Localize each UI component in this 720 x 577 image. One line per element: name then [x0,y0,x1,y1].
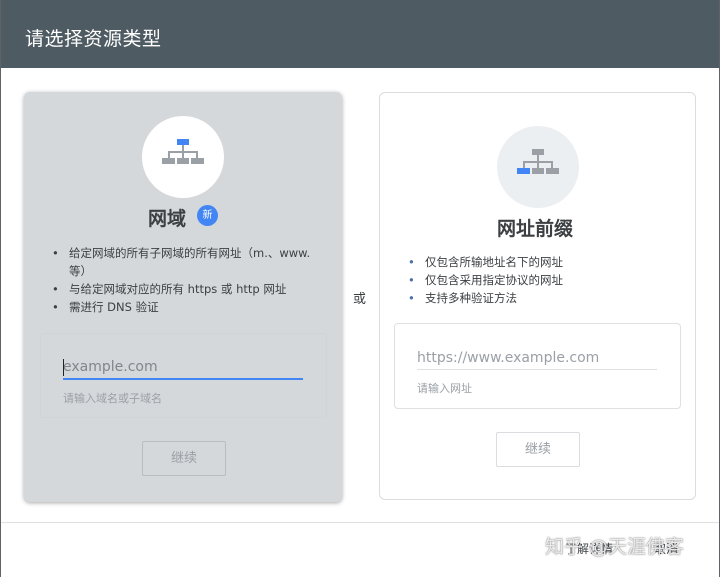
domain-property-card[interactable]: 网域 新 给定网域的所有子网域的所有网址（m.、www. 等） 与给定网域对应的… [24,92,342,502]
domain-helper-text: 请输入域名或子域名 [63,392,162,405]
domain-icon-circle [142,116,224,198]
prefix-helper-text: 请输入网址 [417,382,472,395]
prefix-card-title: 网址前缀 [497,218,574,240]
footer-divider [1,522,719,523]
sitemap-icon [517,149,559,174]
sitemap-icon [162,139,204,164]
dialog-header: 请选择资源类型 [1,0,719,68]
domain-card-title: 网域 [148,208,187,230]
domain-input-box: 请输入域名或子域名 [40,333,327,418]
prefix-input-box: 请输入网址 [394,323,681,409]
url-prefix-property-card[interactable]: 网址前缀 仅包含所输地址名下的网址 仅包含采用指定协议的网址 支持多种验证方法 … [379,92,696,500]
domain-continue-button[interactable]: 继续 [142,441,226,476]
prefix-continue-button[interactable]: 继续 [496,432,580,467]
learn-more-link[interactable]: 了解详情 [565,540,613,557]
domain-input[interactable] [63,356,303,380]
domain-feature-list: 给定网域的所有子网域的所有网址（m.、www. 等） 与给定网域对应的所有 ht… [52,244,322,316]
list-item: 支持多种验证方法 [408,289,678,307]
dialog-title: 请选择资源类型 [25,28,162,50]
list-item: 仅包含采用指定协议的网址 [408,271,678,289]
prefix-icon-circle [497,126,579,208]
new-badge: 新 [197,205,218,226]
list-item: 与给定网域对应的所有 https 或 http 网址 [52,280,322,298]
cancel-button[interactable]: 取消 [654,540,678,557]
list-item: 需进行 DNS 验证 [52,298,322,316]
or-separator: 或 [353,292,367,307]
text-cursor [63,359,64,376]
select-property-type-dialog: 请选择资源类型 网域 新 给定网域的所有子网域的所有网址（m.、www. 等） … [1,0,719,577]
list-item: 仅包含所输地址名下的网址 [408,253,678,271]
list-item: 给定网域的所有子网域的所有网址（m.、www. 等） [52,244,322,280]
prefix-feature-list: 仅包含所输地址名下的网址 仅包含采用指定协议的网址 支持多种验证方法 [408,253,678,307]
url-prefix-input[interactable] [417,346,657,370]
